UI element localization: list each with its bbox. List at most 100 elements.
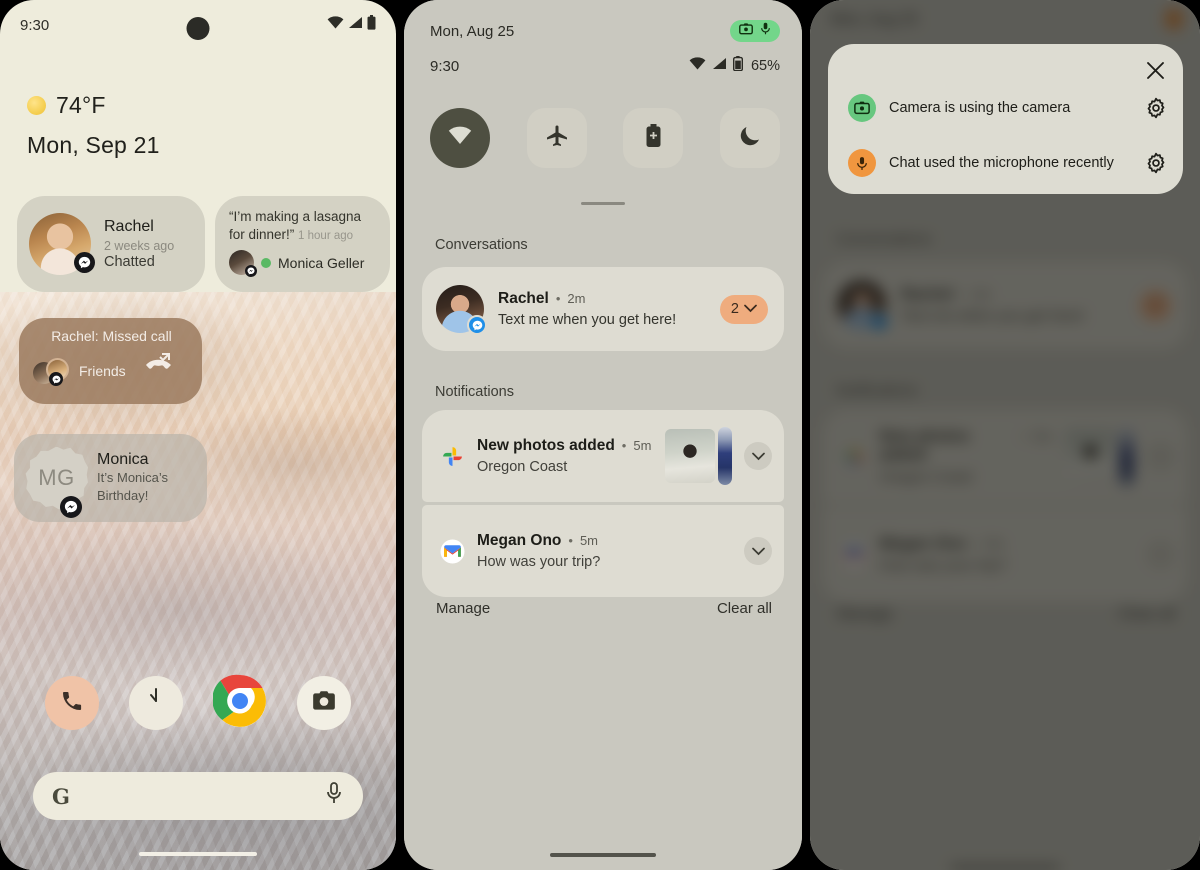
conversation-widget-rachel[interactable]: Rachel 2 weeks ago Chatted xyxy=(17,196,205,292)
tile-battery-saver[interactable] xyxy=(623,108,684,168)
messenger-icon xyxy=(49,372,63,386)
camera-icon xyxy=(311,688,337,719)
bubble-name: Monica xyxy=(97,451,149,469)
privacy-item-camera: Camera is using the camera xyxy=(848,94,1169,122)
thumbnail-image xyxy=(665,429,715,483)
clock-icon xyxy=(136,681,176,726)
contact-name: Monica Geller xyxy=(278,254,365,271)
privacy-indicator-chip[interactable] xyxy=(730,20,780,42)
signal-icon xyxy=(348,16,363,34)
bubble-title: Rachel: Missed call xyxy=(51,328,172,344)
conversation-widget-monica[interactable]: “I’m making a lasagna for dinner!” 1 hou… xyxy=(215,196,390,292)
missed-call-icon xyxy=(144,352,174,379)
bubble-text: Monica It’s Monica’s Birthday! xyxy=(97,451,168,505)
privacy-item-microphone: Chat used the microphone recently xyxy=(848,149,1169,177)
gmail-icon xyxy=(440,539,465,564)
microphone-icon xyxy=(848,149,876,177)
shade-drag-handle[interactable] xyxy=(581,202,625,205)
settings-button[interactable] xyxy=(1143,95,1169,121)
dock-item-chrome[interactable] xyxy=(212,674,267,733)
google-g-icon: G xyxy=(52,783,70,809)
manage-button[interactable]: Manage xyxy=(436,600,490,617)
messenger-icon xyxy=(60,496,82,518)
chrome-icon xyxy=(212,674,267,733)
front-camera-punch-hole xyxy=(186,17,210,40)
online-dot xyxy=(261,257,271,268)
battery-icon xyxy=(367,15,376,35)
bubble-birthday[interactable]: MG Monica It’s Monica’s Birthday! xyxy=(14,434,207,522)
notification-group: New photos added • 5m Oregon Coast xyxy=(422,410,784,597)
avatar xyxy=(229,250,257,278)
microphone-icon xyxy=(760,22,771,40)
google-search-bar[interactable]: G xyxy=(33,772,363,820)
home-gesture-indicator[interactable] xyxy=(139,852,257,856)
home-gesture-indicator[interactable] xyxy=(550,853,656,857)
conversation-body: Rachel • 2m Text me when you get here! xyxy=(498,290,706,328)
messenger-icon xyxy=(74,252,95,273)
tile-airplane-mode[interactable] xyxy=(526,108,587,168)
avatar-initials-text: MG xyxy=(38,465,75,490)
shade-date: Mon, Aug 25 xyxy=(430,22,515,40)
expand-button[interactable] xyxy=(744,537,772,565)
privacy-item-text: Chat used the microphone recently xyxy=(889,155,1114,171)
privacy-dialog-panel: Mon, Aug 25 Conversations Rachel • 2m Te… xyxy=(810,0,1200,870)
status-bar-icons xyxy=(327,15,376,35)
quick-settings-tiles xyxy=(430,108,780,168)
notifications-section-label: Notifications xyxy=(435,384,514,400)
conversation-notification[interactable]: Rachel • 2m Text me when you get here! 2 xyxy=(422,267,784,351)
conversation-message: Text me when you get here! xyxy=(498,312,677,328)
camera-icon xyxy=(739,22,753,40)
conversations-section-label: Conversations xyxy=(435,237,528,253)
sun-icon xyxy=(27,96,46,115)
notification-header: New photos added • 5m xyxy=(477,437,653,455)
dock-item-phone[interactable] xyxy=(45,676,99,730)
moon-icon xyxy=(739,125,761,152)
bubble-missed-call[interactable]: Rachel: Missed call Friends xyxy=(19,318,202,404)
contact-timestamp: 2 weeks ago xyxy=(104,238,175,253)
conversation-expand-badge[interactable]: 2 xyxy=(719,294,768,324)
separator-dot: • xyxy=(621,438,627,453)
privacy-item-text: Camera is using the camera xyxy=(889,100,1071,116)
weather-row: 74°F xyxy=(27,92,160,119)
notification-gmail[interactable]: Megan Ono • 5m How was your trip? xyxy=(422,505,784,597)
shade-status-icons: 65% xyxy=(689,56,780,76)
tile-do-not-disturb[interactable] xyxy=(719,108,780,168)
notification-shade-panel: Mon, Aug 25 9:30 65% Conversations Rache… xyxy=(404,0,802,870)
weather-temperature: 74°F xyxy=(56,92,106,118)
notification-timestamp: 5m xyxy=(633,438,652,453)
dock-item-camera[interactable] xyxy=(297,676,351,730)
notification-timestamp: 5m xyxy=(579,533,599,548)
contact-action: Chatted xyxy=(104,253,155,270)
home-screen-panel: 9:30 74°F Mon, Sep 21 Rachel 2 weeks ago… xyxy=(0,0,396,870)
messenger-icon xyxy=(467,315,487,335)
camera-icon xyxy=(848,94,876,122)
airplane-icon xyxy=(545,124,569,153)
expand-button[interactable] xyxy=(744,442,772,470)
notification-thumbnails xyxy=(665,427,732,485)
privacy-usage-dialog: Camera is using the camera Chat used the… xyxy=(828,44,1183,194)
close-button[interactable] xyxy=(1141,56,1169,84)
tile-internet[interactable] xyxy=(430,108,490,168)
shade-clock: 9:30 xyxy=(430,57,460,75)
microphone-icon[interactable] xyxy=(324,782,344,810)
shade-status-row: 9:30 65% xyxy=(430,56,780,76)
bubble-group-name: Friends xyxy=(79,363,126,379)
notification-title: New photos added xyxy=(477,437,615,454)
notification-body: Megan Ono • 5m How was your trip? xyxy=(477,532,732,570)
quote-timestamp: 1 hour ago xyxy=(298,229,354,242)
clear-all-button[interactable]: Clear all xyxy=(717,600,772,617)
conversation-timestamp: 2m xyxy=(567,291,586,306)
notification-title: Megan Ono xyxy=(477,532,562,549)
shade-footer: Manage Clear all xyxy=(436,600,772,617)
settings-button[interactable] xyxy=(1143,150,1169,176)
unread-count: 2 xyxy=(730,301,739,317)
dock-item-clock[interactable] xyxy=(129,676,183,730)
gear-icon xyxy=(1147,97,1165,119)
weather-widget[interactable]: 74°F Mon, Sep 21 xyxy=(27,92,160,159)
notification-photos[interactable]: New photos added • 5m Oregon Coast xyxy=(422,410,784,502)
status-bar-clock: 9:30 xyxy=(20,16,50,34)
separator-dot: • xyxy=(568,533,573,548)
messenger-icon xyxy=(245,265,257,278)
chevron-down-icon xyxy=(744,300,757,318)
wifi-icon xyxy=(689,57,706,75)
